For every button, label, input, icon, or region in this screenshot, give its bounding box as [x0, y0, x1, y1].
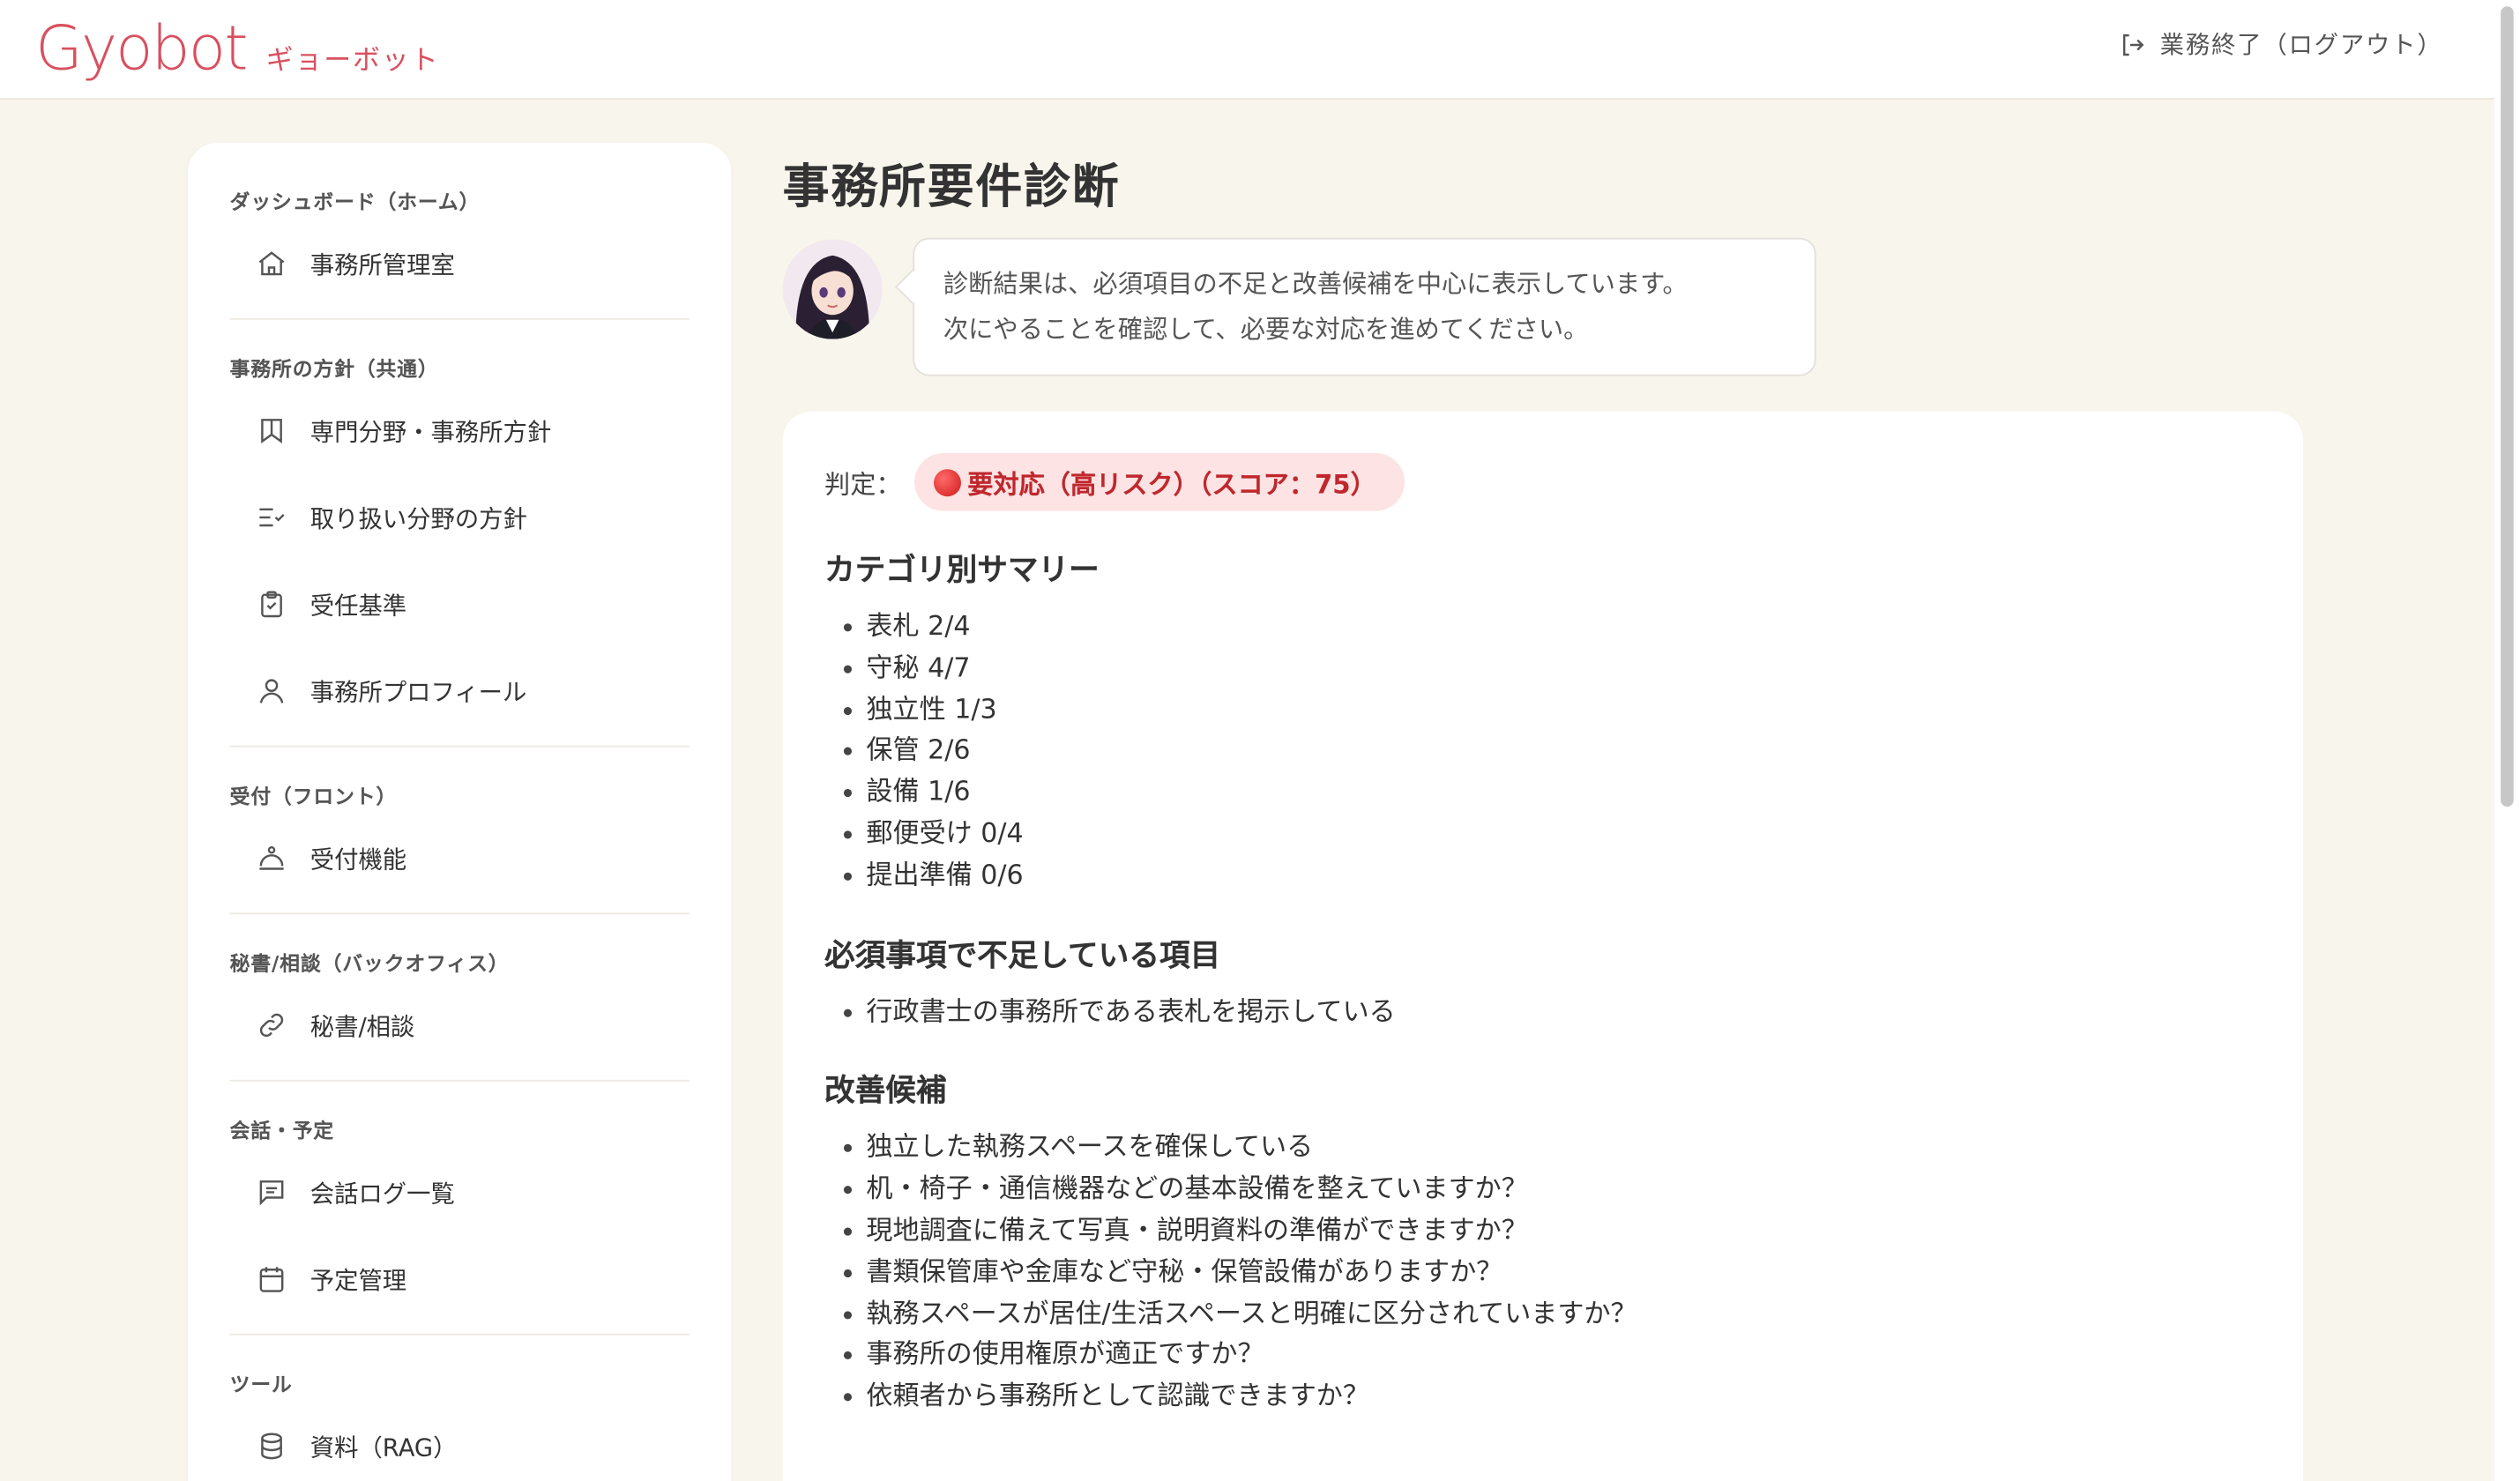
list-item: 表札 2/4 [843, 606, 2262, 647]
sidebar: ダッシュボード（ホーム） 事務所管理室 事務所の方針（共通） 専門分野・事務所方… [188, 143, 732, 1481]
sidebar-item-schedule[interactable]: 予定管理 [230, 1247, 690, 1311]
top-header: Gyobot ギョーボット 業務終了（ログアウト） [0, 0, 2494, 100]
user-icon [259, 679, 284, 703]
list-item: 行政書士の事務所である表札を掲示している [843, 991, 2262, 1032]
sidebar-item-label: 事務所プロフィール [309, 677, 527, 707]
sidebar-item-reception[interactable]: 受付機能 [230, 826, 690, 890]
scrollbar-thumb[interactable] [2501, 6, 2514, 807]
logo[interactable]: Gyobot ギョーボット [35, 13, 439, 84]
list-item: 守秘 4/7 [843, 647, 2262, 688]
sidebar-item-label: 秘書/相談 [309, 1011, 415, 1041]
divider [229, 912, 690, 915]
chat-icon [259, 1180, 284, 1206]
logout-button[interactable]: 業務終了（ログアウト） [2118, 27, 2442, 61]
list-item: 独立性 1/3 [843, 688, 2262, 730]
diagnosis-result-card: 判定： 要対応（高リスク）（スコア：75） カテゴリ別サマリー 表札 2/4 守… [782, 411, 2303, 1481]
sidebar-section-title: ダッシュボード（ホーム） [229, 190, 481, 214]
list-item: 保管 2/6 [843, 730, 2262, 771]
sidebar-item-specialty-policy[interactable]: 専門分野・事務所方針 [230, 398, 690, 463]
sidebar-section-title: 秘書/相談（バックオフィス） [229, 951, 510, 976]
list-item: 郵便受け 0/4 [843, 813, 2262, 854]
link-icon [259, 1013, 284, 1037]
home-icon [258, 251, 285, 276]
list-item: 執務スペースが居住/生活スペースと明確に区分されていますか？ [843, 1292, 2262, 1334]
clipboard-check-icon [261, 591, 282, 618]
list-item: 事務所の使用権原が適正ですか？ [843, 1334, 2262, 1375]
divider [229, 745, 690, 748]
sidebar-item-office-room[interactable]: 事務所管理室 [230, 231, 690, 295]
sidebar-item-label: 予定管理 [309, 1265, 407, 1295]
list-item: 独立した執務スペースを確保している [843, 1127, 2262, 1168]
verdict-row: 判定： 要対応（高リスク）（スコア：75） [824, 453, 2261, 511]
bubble-line: 次にやることを確認して、必要な対応を進めてください。 [943, 315, 1589, 345]
sidebar-item-label: 会話ログ一覧 [309, 1178, 455, 1208]
sidebar-section-title: 事務所の方針（共通） [229, 356, 439, 381]
sidebar-item-label: 受任基準 [309, 590, 407, 620]
bookmark-icon [261, 419, 282, 443]
missing-heading: 必須事項で不足している項目 [824, 937, 1221, 973]
logout-icon [2122, 33, 2144, 56]
sidebar-item-field-policy[interactable]: 取り扱い分野の方針 [230, 485, 690, 549]
calendar-icon [259, 1267, 284, 1292]
logo-text: Gyobot [35, 12, 248, 84]
database-icon [261, 1433, 282, 1460]
sidebar-item-chat-logs[interactable]: 会話ログ一覧 [230, 1160, 690, 1224]
divider [229, 317, 690, 320]
logout-label: 業務終了（ログアウト） [2159, 30, 2443, 60]
improvement-list: 独立した執務スペースを確保している 机・椅子・通信機器などの基本設備を整えていま… [824, 1127, 2261, 1417]
sidebar-item-label: 資料（RAG） [309, 1432, 458, 1462]
sidebar-item-office-profile[interactable]: 事務所プロフィール [230, 659, 690, 723]
red-circle-icon [934, 468, 962, 496]
verdict-badge-text: 要対応（高リスク）（スコア：75） [967, 469, 1376, 500]
page-title: 事務所要件診断 [782, 159, 1121, 214]
sidebar-section-title: ツール [229, 1372, 293, 1396]
list-check-icon [259, 508, 285, 527]
divider [229, 1079, 690, 1082]
page: Gyobot ギョーボット 業務終了（ログアウト） ダッシュボード（ホーム） 事… [0, 0, 2520, 1481]
sidebar-item-label: 取り扱い分野の方針 [309, 503, 527, 533]
list-item: 設備 1/6 [843, 771, 2262, 813]
improvement-heading: 改善候補 [824, 1074, 947, 1110]
scrollbar[interactable] [2494, 0, 2520, 1481]
sidebar-item-label: 専門分野・事務所方針 [309, 416, 552, 446]
list-item: 依頼者から事務所として認識できますか？ [843, 1376, 2262, 1418]
sidebar-item-acceptance-criteria[interactable]: 受任基準 [230, 572, 690, 636]
list-item: 机・椅子・通信機器などの基本設備を整えていますか？ [843, 1168, 2262, 1209]
concierge-icon [259, 845, 284, 870]
summary-list: 表札 2/4 守秘 4/7 独立性 1/3 保管 2/6 設備 1/6 郵便受け… [824, 606, 2261, 896]
sidebar-section-title: 会話・予定 [229, 1118, 335, 1142]
sidebar-item-label: 受付機能 [309, 844, 407, 874]
sidebar-item-secretary[interactable]: 秘書/相談 [230, 993, 690, 1057]
summary-heading: カテゴリ別サマリー [824, 553, 1100, 589]
list-item: 提出準備 0/6 [843, 854, 2262, 896]
verdict-badge: 要対応（高リスク）（スコア：75） [914, 453, 1405, 511]
verdict-label: 判定： [824, 469, 902, 500]
divider [229, 1333, 690, 1336]
list-item: 書類保管庫や金庫など守秘・保管設備がありますか？ [843, 1251, 2262, 1292]
sidebar-item-documents-rag[interactable]: 資料（RAG） [230, 1414, 690, 1478]
logo-subtitle: ギョーボット [265, 45, 440, 78]
missing-list: 行政書士の事務所である表札を掲示している [824, 991, 2261, 1032]
sidebar-item-label: 事務所管理室 [309, 249, 455, 279]
bubble-line: 診断結果は、必須項目の不足と改善候補を中心に表示しています。 [943, 270, 1688, 300]
list-item: 現地調査に備えて写真・説明資料の準備ができますか？ [843, 1209, 2262, 1251]
assistant-avatar [782, 239, 883, 339]
assistant-message-bubble: 診断結果は、必須項目の不足と改善候補を中心に表示しています。 次にやることを確認… [913, 237, 1816, 376]
sidebar-section-title: 受付（フロント） [229, 784, 398, 808]
